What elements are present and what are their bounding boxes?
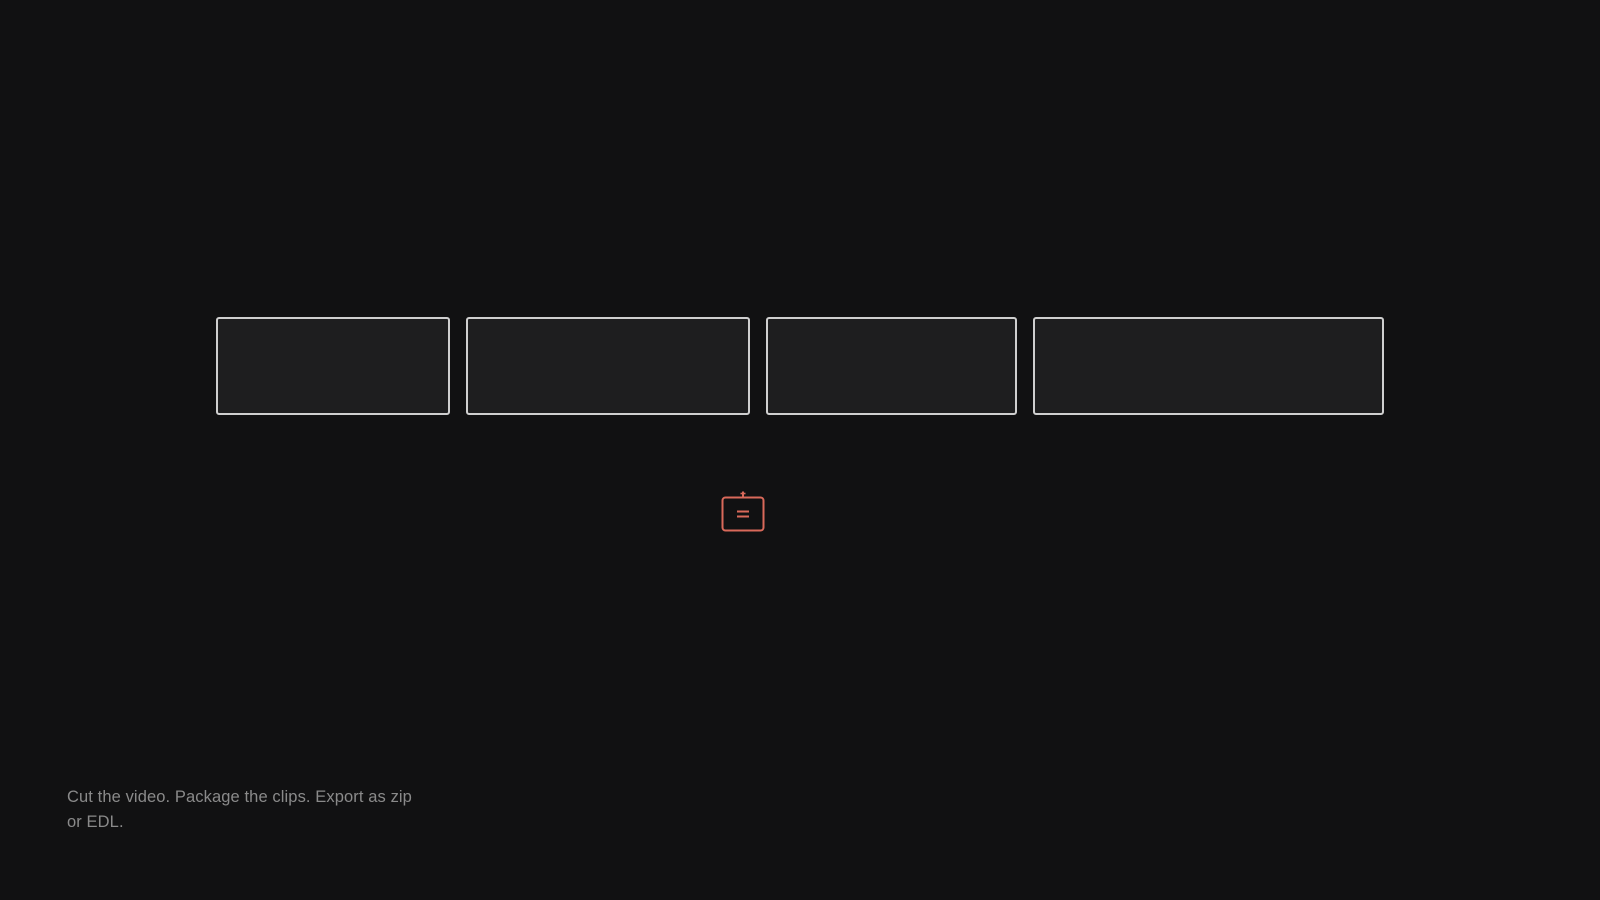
tagline-text: Cut the video. Package the clips. Export…: [67, 788, 412, 831]
timeline-clip[interactable]: [466, 317, 750, 415]
timeline-clip[interactable]: [1033, 317, 1384, 415]
timeline-clip[interactable]: [766, 317, 1017, 415]
package-clips-icon-graphic: [721, 491, 765, 532]
timeline-clip[interactable]: [216, 317, 450, 415]
package-clips-icon[interactable]: [720, 488, 766, 534]
editor-canvas: Cut the video. Package the clips. Export…: [0, 0, 1600, 900]
